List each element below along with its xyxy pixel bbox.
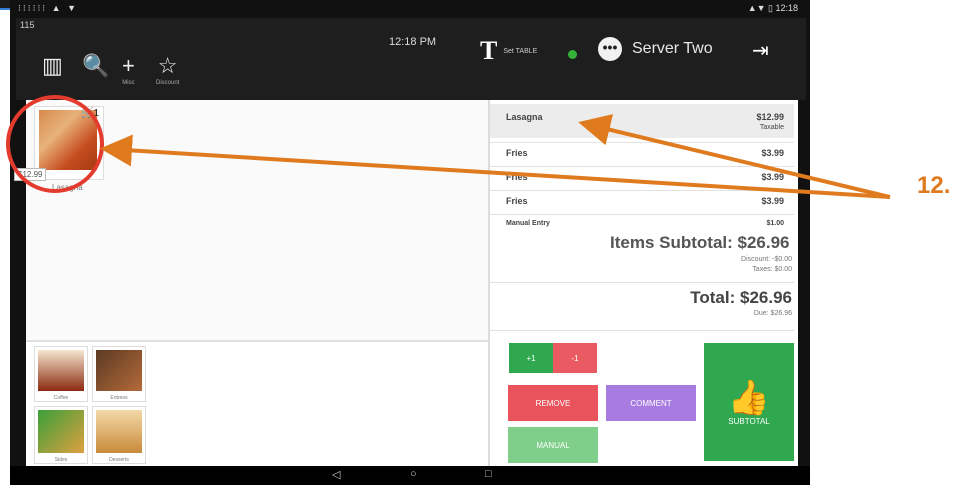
category-tile[interactable]: Desserts [92,406,146,464]
remove-button[interactable]: REMOVE [508,385,598,421]
row-divider [490,214,794,215]
subtotal-button[interactable]: 👍 SUBTOTAL [704,343,794,461]
order-item-taxable: Taxable [759,124,784,131]
increment-button[interactable]: +1 [509,343,553,373]
items-subtotal: Items Subtotal: $26.96 [610,233,790,252]
thumbs-up-icon: 👍 [727,378,771,417]
category-label: Sides [54,457,68,463]
category-label: Coffee [53,395,69,401]
manual-button[interactable]: MANUAL [508,427,598,463]
category-image [96,350,142,391]
order-item-name: Lasagna [506,112,543,122]
plus-icon: + [122,53,135,78]
barcode-icon: ▥ [42,53,63,78]
totals-divider [490,282,794,283]
order-item-name: Fries [506,172,528,182]
order-item-name: Fries [506,196,528,206]
category-label: Desserts [109,457,129,463]
subtotal-label: SUBTOTAL [728,416,770,426]
toolbar-time: 12:18 PM [389,36,437,48]
more-button[interactable]: ••• [598,37,622,61]
table-label: Set TABLE [503,47,538,55]
search-icon: 🔍 [82,53,110,78]
table-icon: T [480,36,498,65]
status-bar: ⁝⁝⁝⁝⁝⁝ ▲ ▼ ▲▼ ▯ 12:18 [16,0,806,18]
more-icon: ••• [602,39,618,55]
actions-divider [490,330,794,331]
order-row[interactable]: Fries $3.99 [490,148,794,166]
table-button[interactable]: T Set TABLE [480,36,537,66]
annotation-callout: 12. [917,172,951,199]
order-item-price: $3.99 [761,196,784,206]
order-row[interactable]: Manual Entry $1.00 [490,220,794,234]
logout-icon[interactable]: ⇥ [752,38,769,63]
add-button[interactable]: + Misc [122,53,135,87]
taxes-value: Taxes: $0.00 [752,266,792,273]
status-icons-left: ⁝⁝⁝⁝⁝⁝ ▲ ▼ [18,3,78,13]
amount-due: Due: $26.96 [753,310,792,317]
favorites-button[interactable]: ☆ Discount [156,53,180,87]
category-tile[interactable]: Entrees [92,346,146,402]
back-icon[interactable]: ◁ [332,468,340,481]
top-toolbar: 115 12:18 PM ▥ 🔍 + Misc ☆ Discount [16,18,806,100]
home-icon[interactable]: ○ [410,468,417,480]
order-row[interactable]: Fries $3.99 [490,196,794,214]
category-image [38,410,84,453]
order-row[interactable]: Fries $3.99 [490,172,794,190]
order-item-price: $1.00 [766,220,784,227]
search-button[interactable]: 🔍 [82,54,109,80]
favorites-caption: Discount [156,80,180,86]
decrement-button[interactable]: -1 [553,343,597,373]
order-item-price: $3.99 [761,172,784,182]
order-item-name: Manual Entry [506,220,550,227]
order-total: Total: $26.96 [690,288,792,307]
discount-value: Discount: -$0.00 [741,256,792,263]
highlight-circle [6,95,104,193]
barcode-button[interactable]: ▥ [42,54,63,80]
category-label: Entrees [110,395,128,401]
order-item-name: Fries [506,148,528,158]
online-status-icon [568,50,577,59]
row-divider [490,166,794,167]
comment-button[interactable]: COMMENT [606,385,696,421]
status-icons-right: ▲▼ ▯ 12:18 [747,3,798,13]
recent-apps-icon[interactable]: □ [485,468,492,480]
category-image [38,350,84,391]
add-caption: Misc [122,80,135,86]
category-image [96,410,142,453]
star-icon: ☆ [157,53,178,78]
category-tile[interactable]: Coffee [34,346,88,402]
category-tile[interactable]: Sides [34,406,88,464]
order-item-price: $12.99 [756,112,784,122]
order-number: 115 [20,20,35,30]
server-name[interactable]: Server Two [632,40,713,58]
order-row[interactable]: Lasagna $12.99 Taxable [490,104,794,138]
row-divider [490,190,794,191]
android-nav-bar: ◁ ○ □ [10,466,810,485]
row-divider [490,142,794,143]
order-item-price: $3.99 [761,148,784,158]
